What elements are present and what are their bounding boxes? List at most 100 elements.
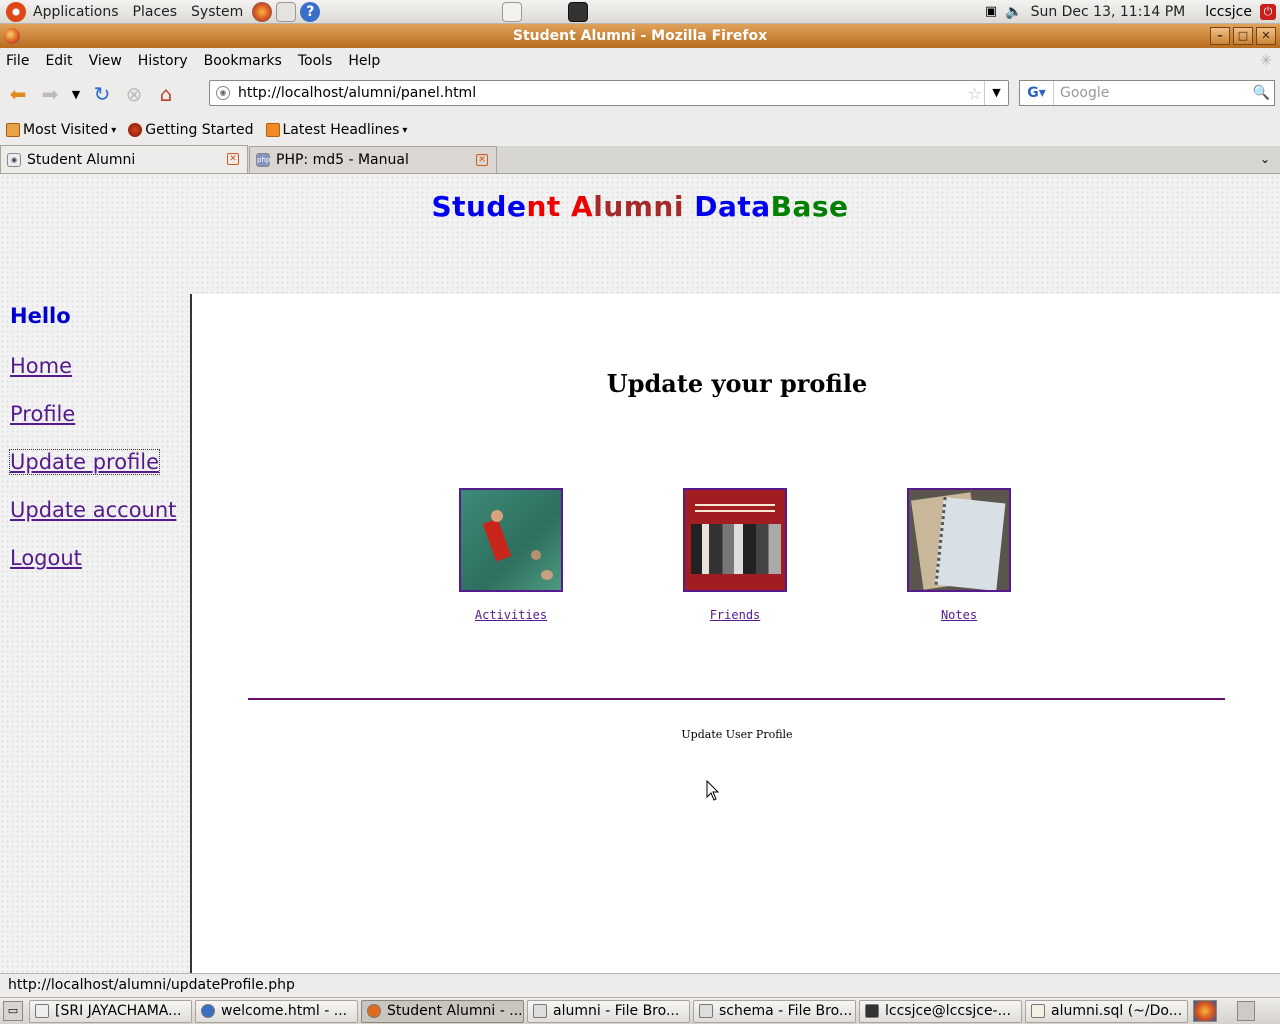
title-part: Base — [770, 190, 849, 223]
sidebar-link-home[interactable]: Home — [10, 354, 72, 378]
title-part: Stude — [431, 190, 527, 223]
gnome-top-panel: Applications Places System ? ▣ 🔈 Sun Dec… — [0, 0, 1280, 24]
tab-list-chevron-icon[interactable]: ⌄ — [1260, 152, 1270, 166]
mouse-cursor-icon — [706, 780, 720, 801]
trash-icon[interactable] — [1237, 1001, 1255, 1021]
panel-menu-system[interactable]: System — [184, 0, 250, 24]
taskbar-item[interactable]: lccsjce@lccsjce-... — [859, 999, 1022, 1023]
reload-button[interactable]: ↻ — [88, 80, 116, 108]
menu-view[interactable]: View — [81, 48, 130, 74]
url-bar[interactable]: ◉ http://localhost/alumni/panel.html ☆ ▼ — [209, 80, 1009, 106]
power-icon[interactable]: ⏻ — [1260, 3, 1276, 20]
greeting: Hello — [10, 304, 71, 328]
tile-activities: Activities — [436, 488, 586, 622]
back-button[interactable]: ⬅ — [4, 80, 32, 108]
title-part: lumni — [593, 190, 695, 223]
taskbar-item[interactable]: alumni - File Bro... — [527, 999, 690, 1023]
firefox-launcher-icon[interactable] — [252, 1, 273, 22]
friends-link[interactable]: Friends — [660, 608, 810, 622]
main-panel: Update your profile Activities Friends N — [194, 294, 1280, 973]
panel-user[interactable]: lccsjce — [1205, 4, 1252, 20]
menu-file[interactable]: File — [0, 48, 37, 74]
close-window-button[interactable]: ✕ — [1256, 27, 1276, 45]
page-content: Student Alumni DataBase Hello Home Profi… — [0, 175, 1280, 973]
bottom-taskbar: ▭ [SRI JAYACHAMA... welcome.html - ... S… — [0, 997, 1280, 1024]
search-icon[interactable]: 🔍 — [1253, 85, 1270, 101]
status-text: http://localhost/alumni/updateProfile.ph… — [8, 977, 295, 993]
url-dropdown-icon[interactable]: ▼ — [984, 81, 1008, 105]
tile-friends: Friends — [660, 488, 810, 622]
activities-link[interactable]: Activities — [436, 608, 586, 622]
site-identity-icon[interactable]: ◉ — [216, 86, 230, 100]
taskbar-item[interactable]: alumni.sql (~/Do... — [1025, 999, 1188, 1023]
notes-thumbnail[interactable] — [907, 488, 1011, 592]
taskbar-item-label: [SRI JAYACHAMA... — [55, 1003, 182, 1019]
title-part: Data — [694, 190, 771, 223]
window-title: Student Alumni - Mozilla Firefox — [512, 28, 768, 44]
sidebar-link-logout[interactable]: Logout — [10, 546, 82, 570]
volume-icon[interactable]: 🔈 — [1005, 4, 1022, 20]
throbber-icon: ✳ — [1260, 53, 1272, 69]
tab-bar: ◉ Student Alumni ✕ php PHP: md5 - Manual… — [0, 145, 1280, 174]
menu-bookmarks[interactable]: Bookmarks — [196, 48, 290, 74]
forward-button[interactable]: ➡ — [36, 80, 64, 108]
stop-button[interactable]: ⊗ — [120, 80, 148, 108]
network-icon[interactable]: ▣ — [985, 4, 997, 19]
close-tab-icon[interactable]: ✕ — [227, 153, 239, 165]
tab-label: Student Alumni — [27, 151, 136, 168]
bookmark-most-visited[interactable]: Most Visited ▾ — [0, 122, 122, 138]
search-input[interactable]: Google — [1060, 85, 1109, 101]
history-dropdown-icon[interactable]: ▼ — [68, 80, 84, 108]
bookmark-star-icon[interactable]: ☆ — [968, 84, 982, 103]
ubuntu-logo-icon[interactable] — [6, 1, 26, 22]
maximize-button[interactable]: □ — [1233, 27, 1253, 45]
text-editor-launcher-icon[interactable] — [502, 1, 523, 22]
firefox-bookmark-icon — [128, 123, 143, 137]
menu-edit[interactable]: Edit — [37, 48, 80, 74]
rss-icon — [265, 123, 280, 137]
window-titlebar: Student Alumni - Mozilla Firefox – □ ✕ — [0, 24, 1280, 48]
menu-tools[interactable]: Tools — [290, 48, 341, 74]
panel-menu-applications[interactable]: Applications — [26, 0, 126, 24]
taskbar-item-label: Student Alumni - ... — [387, 1003, 523, 1019]
taskbar-item[interactable]: Student Alumni - ... — [361, 999, 524, 1023]
bookmark-label: Latest Headlines — [282, 122, 400, 138]
show-desktop-icon[interactable]: ▭ — [3, 1001, 23, 1021]
taskbar-item[interactable]: [SRI JAYACHAMA... — [29, 999, 192, 1023]
search-box[interactable]: G▾ Google 🔍 — [1019, 80, 1275, 106]
bookmark-getting-started[interactable]: Getting Started — [122, 122, 259, 138]
taskbar-item-label: schema - File Bro... — [719, 1003, 853, 1019]
friends-thumbnail[interactable] — [683, 488, 787, 592]
taskbar-item[interactable]: welcome.html - ... — [195, 999, 358, 1023]
close-tab-icon[interactable]: ✕ — [476, 154, 488, 166]
bookmark-latest-headlines[interactable]: Latest Headlines ▾ — [260, 122, 414, 138]
menu-history[interactable]: History — [130, 48, 196, 74]
tab-label: PHP: md5 - Manual — [276, 152, 409, 168]
sidebar-link-update-profile[interactable]: Update profile — [8, 449, 161, 475]
firefox-window-icon[interactable] — [4, 28, 20, 44]
tab-php-md5[interactable]: php PHP: md5 - Manual ✕ — [249, 146, 497, 173]
sidebar-link-update-account[interactable]: Update account — [10, 498, 176, 522]
page-heading: Update your profile — [606, 369, 868, 398]
tab-student-alumni[interactable]: ◉ Student Alumni ✕ — [0, 145, 248, 173]
search-engine-icon[interactable]: G▾ — [1020, 81, 1054, 105]
tile-notes: Notes — [884, 488, 1034, 622]
taskbar-item[interactable]: schema - File Bro... — [693, 999, 856, 1023]
firefox-task-icon[interactable] — [1193, 1000, 1217, 1022]
bookmarks-toolbar: Most Visited ▾ Getting Started Latest Hea… — [0, 114, 1280, 146]
activities-thumbnail[interactable] — [459, 488, 563, 592]
url-text[interactable]: http://localhost/alumni/panel.html — [238, 85, 476, 101]
minimize-button[interactable]: – — [1210, 27, 1230, 45]
terminal-launcher-icon[interactable] — [568, 1, 589, 22]
notes-link[interactable]: Notes — [884, 608, 1034, 622]
taskbar-item-label: welcome.html - ... — [221, 1003, 348, 1019]
sidebar-link-profile[interactable]: Profile — [10, 402, 75, 426]
mail-launcher-icon[interactable] — [276, 1, 297, 22]
menu-help[interactable]: Help — [340, 48, 388, 74]
panel-menu-places[interactable]: Places — [126, 0, 185, 24]
panel-clock[interactable]: Sun Dec 13, 11:14 PM — [1031, 4, 1186, 20]
home-button[interactable]: ⌂ — [152, 80, 180, 108]
folder-icon — [6, 123, 20, 137]
page-icon: ◉ — [7, 152, 21, 167]
taskbar-item-label: lccsjce@lccsjce-... — [885, 1003, 1011, 1019]
